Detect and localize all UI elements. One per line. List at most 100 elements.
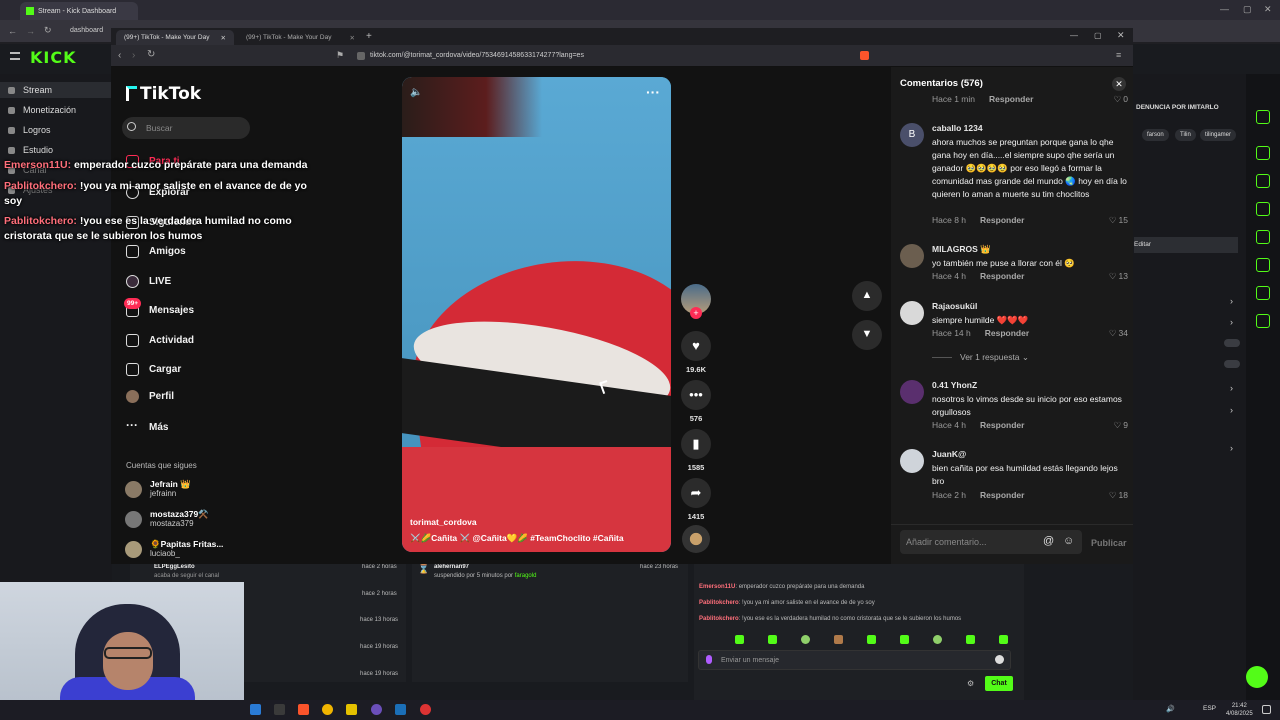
- save-button[interactable]: ▮ 1585: [681, 429, 711, 472]
- volume-icon[interactable]: 🔈: [410, 87, 424, 98]
- avatar[interactable]: [900, 380, 924, 404]
- emote-icon[interactable]: [900, 635, 909, 644]
- avatar[interactable]: [900, 244, 924, 268]
- toggle-switch[interactable]: [1224, 360, 1240, 368]
- obs-icon[interactable]: [371, 704, 382, 715]
- emote-icon[interactable]: [867, 635, 876, 644]
- comment-button[interactable]: ••• 576: [681, 380, 711, 423]
- comment-user[interactable]: MILAGROS 👑: [932, 244, 991, 255]
- taskbar-clock[interactable]: 21:42 4/08/2025: [1226, 702, 1253, 718]
- maximize-icon[interactable]: ▢: [1243, 4, 1252, 15]
- emote-icon[interactable]: [768, 635, 777, 644]
- chevron-right-icon[interactable]: ›: [1230, 405, 1233, 415]
- chevron-right-icon[interactable]: ›: [1230, 443, 1233, 453]
- tag-chip[interactable]: Tilin: [1175, 129, 1196, 141]
- video-username[interactable]: torimat_cordova: [410, 517, 477, 527]
- back-icon[interactable]: ←: [8, 26, 17, 36]
- emoji-icon[interactable]: [995, 655, 1004, 664]
- reply-button[interactable]: Responder: [989, 94, 1033, 104]
- nav-actividad[interactable]: Actividad: [126, 334, 194, 347]
- comment-input[interactable]: Añadir comentario...: [900, 530, 1082, 554]
- shield-icon[interactable]: [1256, 146, 1270, 160]
- outlook-icon[interactable]: [250, 704, 261, 715]
- tiktok-tab[interactable]: (99+) TikTok - Make Your Day ✕: [238, 30, 363, 45]
- comment-like[interactable]: ♡ 18: [1109, 490, 1128, 501]
- chrome-icon[interactable]: [322, 704, 333, 715]
- follow-plus-icon[interactable]: +: [690, 307, 702, 319]
- comment-user[interactable]: 0.41 YhonZ: [932, 380, 977, 390]
- nav-live[interactable]: LIVE: [126, 275, 171, 288]
- reply-button[interactable]: Responder: [985, 328, 1029, 338]
- comment-like[interactable]: ♡ 9: [1114, 420, 1128, 431]
- previous-video-button[interactable]: ▲: [852, 281, 882, 311]
- menu-icon[interactable]: ≡: [1116, 50, 1121, 60]
- toggle-switch[interactable]: [1224, 339, 1240, 347]
- next-video-button[interactable]: ▼: [852, 320, 882, 350]
- reply-button[interactable]: Responder: [980, 271, 1024, 281]
- following-account[interactable]: Jefrain 👑 jefrainn: [125, 479, 255, 505]
- tag-chip[interactable]: tilingamer: [1200, 129, 1237, 141]
- nav-cargar[interactable]: Cargar: [126, 363, 181, 376]
- comment-like[interactable]: ♡ 0: [1114, 94, 1128, 105]
- avatar[interactable]: [900, 301, 924, 325]
- chevron-right-icon[interactable]: ›: [1230, 317, 1233, 327]
- reply-button[interactable]: Responder: [980, 420, 1024, 430]
- comment-like[interactable]: ♡ 13: [1109, 271, 1128, 282]
- link-icon[interactable]: [1256, 258, 1270, 272]
- maximize-icon[interactable]: ▢: [1094, 31, 1102, 40]
- kick-nav-monetizacion[interactable]: Monetización: [8, 105, 76, 115]
- minimize-icon[interactable]: —: [1220, 4, 1229, 14]
- taskbar-app-icon[interactable]: [420, 704, 431, 715]
- chevron-right-icon[interactable]: ›: [1230, 383, 1233, 393]
- comment-user[interactable]: Rajaosukül: [932, 301, 977, 311]
- comment-like[interactable]: ♡ 15: [1109, 215, 1128, 226]
- avatar[interactable]: [900, 449, 924, 473]
- volume-icon[interactable]: 🔊: [1166, 705, 1175, 713]
- gear-icon[interactable]: ⚙: [967, 679, 974, 688]
- close-icon[interactable]: ✕: [1264, 4, 1272, 15]
- bolt-icon[interactable]: [1256, 174, 1270, 188]
- brave-icon[interactable]: [298, 704, 309, 715]
- language-indicator[interactable]: ESP: [1203, 705, 1216, 712]
- tiktok-address-bar[interactable]: tiktok.com/@torimat_cordova/video/753469…: [370, 52, 584, 59]
- reply-button[interactable]: Responder: [980, 215, 1024, 225]
- music-disc-icon[interactable]: [682, 525, 710, 553]
- outer-tab-kick-dashboard[interactable]: Stream - Kick Dashboard: [20, 2, 138, 20]
- close-icon[interactable]: ✕: [1117, 30, 1125, 41]
- tiktok-tab-active[interactable]: (99+) TikTok - Make Your Day ✕: [116, 30, 234, 45]
- mention-icon[interactable]: @: [1043, 535, 1054, 547]
- tab-close-icon[interactable]: ✕: [221, 34, 226, 42]
- view-replies-button[interactable]: Ver 1 respuesta ⌄: [932, 352, 1029, 363]
- kick-nav-logros[interactable]: Logros: [8, 125, 51, 135]
- brave-shield-icon[interactable]: [860, 51, 869, 60]
- chevron-right-icon[interactable]: ›: [1230, 296, 1233, 306]
- comment-user[interactable]: caballo 1234: [932, 123, 983, 133]
- back-icon[interactable]: ‹: [118, 50, 121, 61]
- emoji-icon[interactable]: ☺: [1063, 535, 1074, 547]
- share-button[interactable]: ➦ 1415: [681, 478, 711, 521]
- file-explorer-icon[interactable]: [346, 704, 357, 715]
- reload-icon[interactable]: ↻: [147, 49, 155, 60]
- edit-icon[interactable]: [1256, 110, 1270, 124]
- following-account[interactable]: mostaza379⚒️ mostaza379: [125, 509, 255, 535]
- emote-icon[interactable]: [999, 635, 1008, 644]
- emote-icon[interactable]: [966, 635, 975, 644]
- avatar[interactable]: B: [900, 123, 924, 147]
- close-comments-icon[interactable]: ✕: [1112, 77, 1126, 91]
- bookmark-icon[interactable]: ⚑: [336, 50, 344, 61]
- chat-send-button[interactable]: Chat: [985, 676, 1013, 691]
- video-caption[interactable]: ⚔️🌽Cañita ⚔️ @Cañita💛🌽 #TeamChoclito #Ca…: [410, 533, 624, 544]
- forward-icon[interactable]: →: [26, 26, 35, 36]
- nav-perfil[interactable]: Perfil: [126, 390, 174, 403]
- emote-icon[interactable]: [834, 635, 843, 644]
- new-tab-icon[interactable]: +: [366, 31, 372, 42]
- more-options-icon[interactable]: ···: [646, 84, 660, 100]
- reload-icon[interactable]: ↻: [44, 25, 52, 36]
- tab-close-icon[interactable]: ✕: [350, 34, 355, 42]
- wrench-icon[interactable]: [1256, 314, 1270, 328]
- edit-button[interactable]: Editar: [1134, 237, 1238, 253]
- nav-amigos[interactable]: Amigos: [126, 245, 186, 258]
- menu-icon[interactable]: [10, 52, 20, 60]
- site-info-icon[interactable]: [357, 52, 365, 60]
- forward-icon[interactable]: ›: [132, 50, 135, 61]
